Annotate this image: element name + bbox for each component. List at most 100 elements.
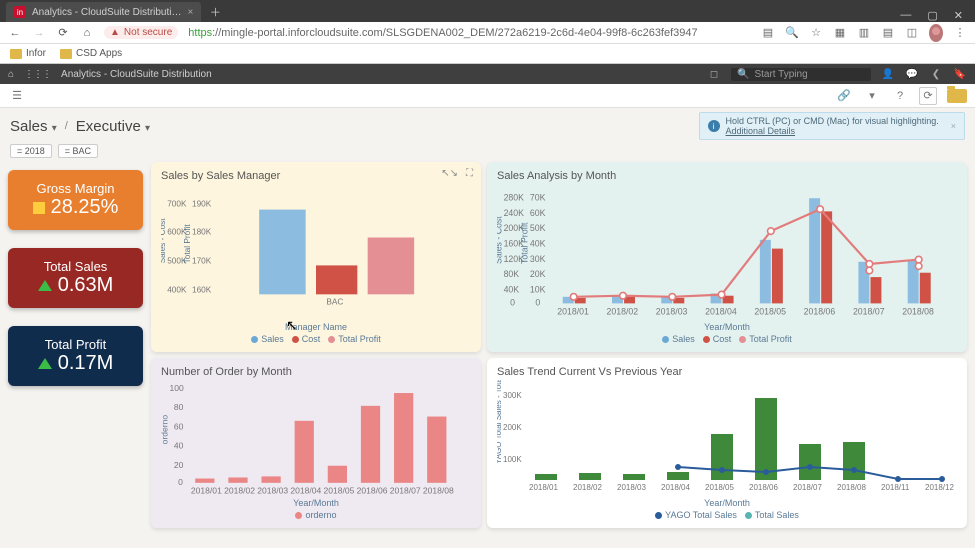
svg-text:BAC: BAC — [326, 298, 343, 307]
chart-sales-trend-year[interactable]: Sales Trend Current Vs Previous Year 300… — [487, 358, 967, 528]
browser-address-bar: ← → ⟳ ⌂ ▲ Not secure https://mingle-port… — [0, 22, 975, 44]
chart-svg: 100806040200 orderno 2018/012018/022018/… — [161, 380, 471, 498]
bookmark-star-icon[interactable]: ☆ — [809, 26, 823, 39]
svg-text:2018/03: 2018/03 — [656, 306, 688, 316]
svg-text:Sales - Cost: Sales - Cost — [161, 218, 167, 264]
chart-sales-analysis-month[interactable]: Sales Analysis by Month 280K70K 240K60K … — [487, 162, 967, 352]
ext-icon-2[interactable]: ▥ — [857, 26, 871, 39]
global-search[interactable]: 🔍 Start Typing — [731, 68, 871, 81]
svg-text:2018/07: 2018/07 — [853, 306, 885, 316]
kpi-total-profit[interactable]: Total Profit 0.17M — [8, 326, 143, 386]
square-indicator-icon — [33, 202, 45, 214]
chevron-down-icon: ▾ — [145, 123, 150, 134]
ext-icon-3[interactable]: ▤ — [881, 26, 895, 39]
additional-details-link[interactable]: Additional Details — [726, 126, 796, 136]
browser-tab[interactable]: in Analytics - CloudSuite Distributi… × — [6, 2, 201, 22]
chevron-down-icon: ▾ — [52, 123, 57, 134]
svg-text:2018/05: 2018/05 — [323, 486, 354, 496]
filter-pill-bac[interactable]: = BAC — [58, 144, 98, 158]
window-close-icon[interactable]: ✕ — [954, 9, 963, 22]
crumb-executive[interactable]: Executive ▾ — [76, 118, 150, 135]
svg-text:2018/01: 2018/01 — [529, 483, 558, 492]
profile-avatar[interactable] — [929, 24, 943, 42]
insecure-badge[interactable]: ▲ Not secure — [104, 26, 178, 39]
svg-text:2018/05: 2018/05 — [754, 306, 786, 316]
filter-icon[interactable]: ▾ — [863, 87, 881, 105]
translate-icon[interactable]: ▤ — [761, 26, 775, 39]
crumb-sales[interactable]: Sales ▾ — [10, 118, 57, 135]
svg-text:40K: 40K — [530, 238, 546, 248]
svg-text:2018/11: 2018/11 — [881, 483, 910, 492]
hamburger-menu-icon[interactable]: ☰ — [8, 87, 26, 105]
svg-text:2018/06: 2018/06 — [357, 486, 388, 496]
kpi-gross-margin[interactable]: Gross Margin 28.25% — [8, 170, 143, 230]
bookmark-infor[interactable]: Infor — [10, 48, 46, 59]
folder-open-icon[interactable] — [947, 89, 967, 103]
svg-text:170K: 170K — [192, 256, 212, 265]
svg-text:2018/02: 2018/02 — [573, 483, 602, 492]
chart-svg: 280K70K 240K60K 200K50K 160K40K 120K30K … — [497, 184, 957, 322]
home-icon[interactable]: ⌂ — [8, 69, 14, 80]
nav-forward-icon: → — [32, 27, 46, 39]
search-icon: 🔍 — [737, 69, 749, 80]
svg-text:2018/02: 2018/02 — [607, 306, 639, 316]
svg-text:30K: 30K — [530, 254, 546, 264]
zoom-icon[interactable]: 🔍 — [785, 26, 799, 39]
svg-text:400K: 400K — [167, 285, 187, 294]
svg-text:40: 40 — [174, 441, 184, 451]
triangle-up-icon — [38, 358, 52, 369]
svg-text:700K: 700K — [167, 200, 187, 209]
page-toolbar: ☰ 🔗 ▾ ? ⟳ — [0, 84, 975, 108]
chart-sales-by-manager[interactable]: Sales by Sales Manager ↖↘ ⛶ 700K190K 600… — [151, 162, 481, 352]
refresh-button[interactable]: ⟳ — [919, 87, 937, 105]
link-icon[interactable]: 🔗 — [835, 87, 853, 105]
svg-text:190K: 190K — [192, 200, 212, 209]
bookmark-csd-apps[interactable]: CSD Apps — [60, 48, 122, 59]
svg-text:0: 0 — [178, 477, 183, 487]
expand-icon[interactable]: ⛶ — [466, 168, 473, 179]
search-placeholder: Start Typing — [754, 69, 807, 80]
help-icon[interactable]: ? — [891, 87, 909, 105]
svg-text:2018/02: 2018/02 — [224, 486, 255, 496]
svg-text:10K: 10K — [530, 284, 546, 294]
svg-text:2018/01: 2018/01 — [557, 306, 589, 316]
filter-pill-year[interactable]: = 2018 — [10, 144, 52, 158]
user-icon[interactable]: 👤 — [881, 69, 895, 80]
window-maximize-icon[interactable]: ▢ — [927, 9, 937, 22]
kpi-total-sales[interactable]: Total Sales 0.63M — [8, 248, 143, 308]
svg-text:2018/07: 2018/07 — [793, 483, 822, 492]
ext-icon-4[interactable]: ◫ — [905, 26, 919, 39]
tab-close-icon[interactable]: × — [188, 7, 194, 18]
nav-back-icon[interactable]: ← — [8, 27, 22, 39]
swap-icon[interactable]: ↖↘ — [441, 168, 458, 179]
window-minimize-icon[interactable]: — — [900, 9, 911, 22]
address-url[interactable]: https://mingle-portal.inforcloudsuite.co… — [188, 27, 751, 39]
svg-text:2018/08: 2018/08 — [837, 483, 866, 492]
svg-text:2018/08: 2018/08 — [423, 486, 454, 496]
banner-close-icon[interactable]: × — [951, 121, 956, 131]
svg-text:2018/12: 2018/12 — [925, 483, 954, 492]
ext-icon-1[interactable]: ▦ — [833, 26, 847, 39]
bookmark-icon[interactable]: 🔖 — [953, 69, 967, 80]
browser-menu-icon[interactable]: ⋮ — [953, 26, 967, 39]
info-icon: i — [708, 120, 720, 132]
nav-reload-icon[interactable]: ⟳ — [56, 26, 70, 39]
svg-text:20K: 20K — [530, 269, 546, 279]
svg-text:0: 0 — [510, 298, 515, 308]
new-tab-button[interactable]: ＋ — [207, 4, 223, 20]
svg-text:2018/04: 2018/04 — [290, 486, 321, 496]
app-breadcrumb: Analytics - CloudSuite Distribution — [61, 69, 212, 80]
svg-text:300K: 300K — [503, 391, 522, 400]
svg-text:2018/06: 2018/06 — [749, 483, 778, 492]
chat-icon[interactable]: 💬 — [905, 69, 919, 80]
svg-text:160K: 160K — [192, 285, 212, 294]
square-icon[interactable]: ◻ — [707, 69, 721, 80]
svg-text:200K: 200K — [503, 423, 522, 432]
nav-home-icon[interactable]: ⌂ — [80, 27, 94, 39]
app-launcher-icon[interactable]: ⋮⋮⋮ — [24, 69, 51, 80]
chart-order-count-month[interactable]: Number of Order by Month 100806040200 or… — [151, 358, 481, 528]
chart-legend: Sales Cost Total Profit — [497, 334, 957, 344]
svg-text:orderno: orderno — [161, 415, 169, 445]
share-icon[interactable]: ❮ — [929, 69, 943, 80]
svg-text:2018/03: 2018/03 — [257, 486, 288, 496]
